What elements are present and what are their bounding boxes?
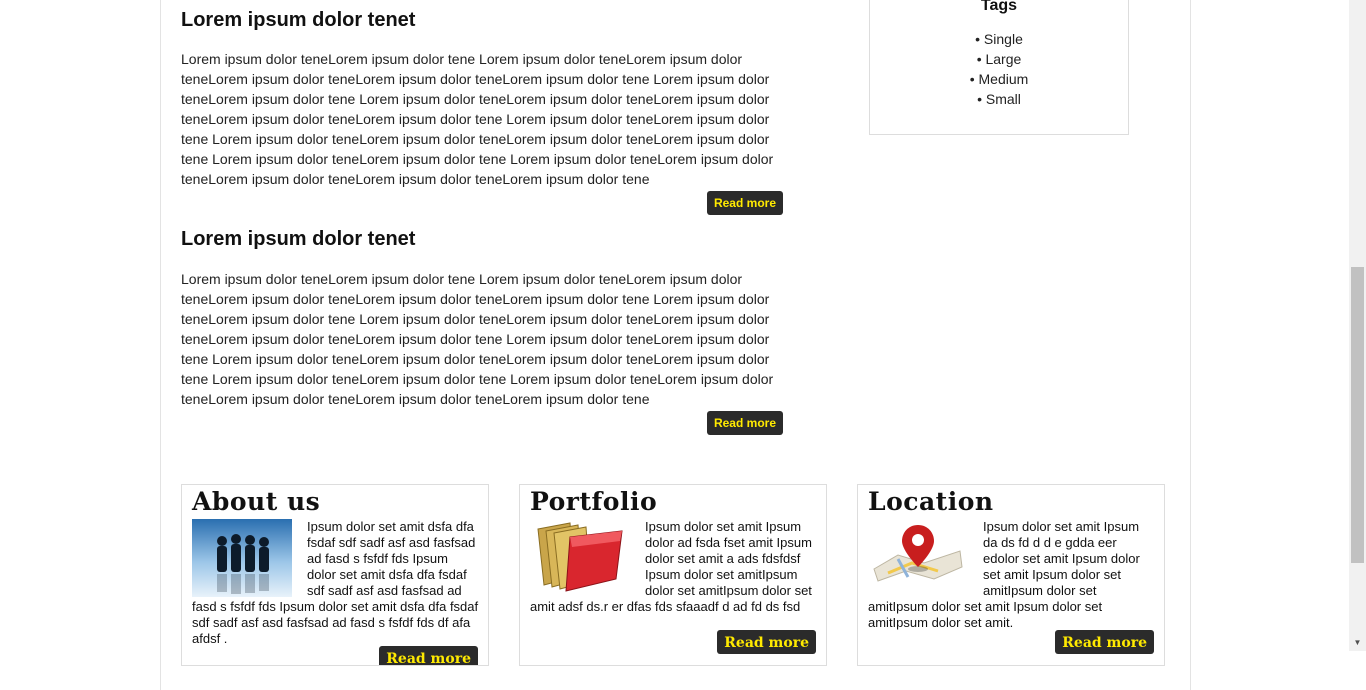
read-more-button[interactable]: Read more bbox=[379, 646, 478, 665]
article-title: Lorem ipsum dolor tenet bbox=[181, 9, 416, 31]
article: Lorem ipsum dolor tenet Lorem ipsum dolo… bbox=[181, 228, 783, 435]
location-box: Location Ipsum dolor set amit Ipsum da d… bbox=[857, 484, 1165, 666]
portfolio-box: Portfolio Ipsum dolor set amit Ipsum dol… bbox=[519, 484, 827, 666]
article: Lorem ipsum dolor tenet Lorem ipsum dolo… bbox=[181, 9, 783, 215]
read-more-button[interactable]: Read more bbox=[706, 411, 783, 435]
article-body: Lorem ipsum dolor teneLorem ipsum dolor … bbox=[181, 271, 774, 407]
tag-item[interactable]: • Large bbox=[870, 49, 1128, 69]
tag-item[interactable]: • Medium bbox=[870, 69, 1128, 89]
tags-widget: Tags • Single • Large • Medium • Small bbox=[869, 0, 1129, 135]
about-us-box: About us Ipsum dolor set amit dsfa dfa f… bbox=[181, 484, 489, 666]
tags-title: Tags bbox=[980, 0, 1018, 14]
page-container: Lorem ipsum dolor tenet Lorem ipsum dolo… bbox=[160, 0, 1191, 690]
scroll-down-arrow-icon[interactable]: ▼ bbox=[1349, 634, 1366, 651]
box-title: About us bbox=[192, 487, 321, 516]
map-pin-icon bbox=[868, 519, 983, 597]
box-text-wrapper: Ipsum dolor set amit Ipsum dolor ad fsda… bbox=[530, 519, 817, 615]
article-body: Lorem ipsum dolor teneLorem ipsum dolor … bbox=[181, 51, 774, 187]
people-silhouette-icon bbox=[192, 519, 307, 597]
box-text-wrapper: Ipsum dolor set amit Ipsum da ds fd d d … bbox=[868, 519, 1155, 631]
folders-icon bbox=[530, 519, 645, 597]
box-title: Location bbox=[868, 487, 994, 516]
tags-list: • Single • Large • Medium • Small bbox=[870, 29, 1128, 109]
article-title: Lorem ipsum dolor tenet bbox=[181, 228, 416, 250]
read-more-button[interactable]: Read more bbox=[717, 630, 816, 654]
read-more-button[interactable]: Read more bbox=[706, 191, 783, 215]
tag-item[interactable]: • Small bbox=[870, 89, 1128, 109]
tag-item[interactable]: • Single bbox=[870, 29, 1128, 49]
scrollbar-thumb[interactable] bbox=[1351, 267, 1364, 563]
vertical-scrollbar[interactable]: ▼ bbox=[1349, 0, 1366, 651]
box-text-wrapper: Ipsum dolor set amit dsfa dfa fsdaf sdf … bbox=[192, 519, 479, 647]
box-title: Portfolio bbox=[530, 487, 658, 516]
read-more-button[interactable]: Read more bbox=[1055, 630, 1154, 654]
